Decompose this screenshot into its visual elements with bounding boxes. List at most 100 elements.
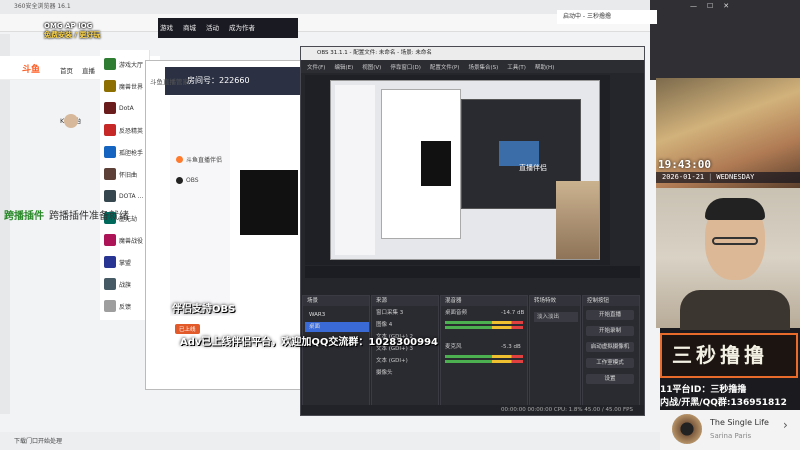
plugin-ready-text: 跨播插件准备就绪 [49,210,129,222]
sidebar-item-label: 怀旧曲 [119,171,138,179]
preview-webcam [556,181,599,259]
obs-title: OBS 31.1.1 - 配置文件: 未命名 - 场景: 未命名 [301,47,644,60]
sidebar-item[interactable]: 魔兽世界 [104,78,148,94]
sidebar-item[interactable]: 掌盟 [104,254,148,270]
sidebar-item-label: 反馈 [119,303,132,311]
plugin-ready-banner: 跨播插件 跨播插件准备就绪 [4,205,154,223]
settings-button[interactable]: 设置 [586,374,634,384]
music-artist: Sarina Paris [710,432,752,440]
sidebar-item[interactable]: 战旗 [104,276,148,292]
helper-preview [240,170,298,235]
sidebar-item-label: 反恐精英 [119,127,144,135]
scenes-dock: 场景 WAR3 桌面 [302,295,370,413]
helper-item-obs[interactable]: OBS [176,177,199,184]
menu-help[interactable]: 帮助(H) [535,63,554,71]
streamer-name: 三秒撸撸 [672,343,768,367]
helper-item-companion[interactable]: 斗鱼直播伴侣 [176,155,222,164]
menu-scene-collection[interactable]: 场景集合(S) [468,63,498,71]
overlay-clock: 19:43:00 [658,158,711,171]
tab-game[interactable]: 游戏 [160,22,173,32]
helper-item-label: 斗鱼直播伴侣 [186,157,223,164]
webcam-window [650,0,800,80]
sidebar-item[interactable]: 魔兽战役 [104,232,148,248]
overlay-obs-support: 伴侣支持OBS [172,304,236,315]
obs-source-toolbar [305,266,640,278]
overlay-promo: OMG AP IOG 免费安装 / 更好玩 [44,22,100,40]
preview-sidebar [335,85,375,255]
sidebar-item[interactable]: 反馈 [104,298,148,314]
mixer-dock: 混音器 桌面音频 -14.7 dB 麦克风 -5.3 dB [440,295,528,413]
minimize-icon[interactable]: — [690,2,697,10]
sidebar-item-label: 游戏大厅 [119,61,144,69]
controls-dock-title: 控制按钮 [583,296,639,306]
studio-mode-button[interactable]: 工作室模式 [586,358,634,368]
transition-select[interactable]: 淡入淡出 [534,312,578,322]
source-item[interactable]: 文本 (GDI+) [376,356,408,366]
sidebar-item[interactable]: DotA [104,100,148,116]
obs-menubar: 文件(F) 编辑(E) 视图(V) 停靠窗口(D) 配置文件(P) 场景集合(S… [301,60,644,73]
game-icon [104,146,116,158]
browser-status: 下载门口开始处理 [0,432,660,450]
nav-home[interactable]: 首页 [60,65,73,75]
window-controls: — ☐ ✕ [690,2,729,10]
mixer-channel-desktop: 桌面音频 [445,310,468,316]
menu-edit[interactable]: 编辑(E) [334,63,353,71]
source-item[interactable]: 摄像头 [376,368,393,378]
game-icon [104,234,116,246]
tab-activity[interactable]: 活动 [206,22,219,32]
helper-item-label: OBS [186,177,199,184]
overlay-date: 2026-01-21 | WEDNESDAY [656,172,800,183]
sources-dock: 来源 窗口采集 3 图像 4 文本 (GDI+) 2 文本 (GDI+) 3 文… [371,295,439,413]
streamer-glasses [712,237,758,245]
sidebar-item-label: DotA [119,104,134,112]
sidebar-item[interactable]: 孤胆枪手 [104,144,148,160]
menu-tools[interactable]: 工具(T) [507,63,526,71]
platform-id: 11平台ID：三秒撸撸 [660,385,747,395]
virtual-camera-button[interactable]: 启动虚拟摄像机 [586,342,634,352]
webcam-window-title: 启动中 - 三秒撸撸 [557,10,657,24]
weekday-text: WEDNESDAY [716,173,755,181]
overlay-promo-line1: OMG AP IOG [44,22,93,30]
preview-capture: 直播伴侣 [330,80,600,260]
sources-dock-title: 来源 [372,296,438,306]
menu-profile[interactable]: 配置文件(P) [430,63,460,71]
next-track-icon[interactable]: › [783,418,788,432]
game-icon [104,80,116,92]
plugin-label: 跨播插件 [4,210,44,222]
sidebar-item[interactable]: 游戏大厅 [104,56,148,72]
close-icon[interactable]: ✕ [723,2,729,10]
sidebar-item-label: 孤胆枪手 [119,149,144,157]
audio-meter [445,360,523,363]
mixer-channel-mic: 麦克风 [445,344,462,350]
game-icon [104,102,116,114]
start-streaming-button[interactable]: 开始直播 [586,310,634,320]
music-title: The Single Life [710,418,769,427]
maximize-icon[interactable]: ☐ [707,2,713,10]
scene-item-desktop[interactable]: 桌面 [305,322,369,332]
room-number: 222660 [219,76,250,85]
sidebar-item[interactable]: 反恐精英 [104,122,148,138]
nav-live[interactable]: 直播 [82,65,95,75]
scene-item-war3[interactable]: WAR3 [305,310,369,320]
streamer-hair [705,198,765,220]
sidebar-item[interactable]: DOTA OMG [104,188,148,204]
menu-file[interactable]: 文件(F) [307,63,325,71]
source-item[interactable]: 图像 4 [376,320,392,330]
audio-meter [445,321,523,324]
menu-view[interactable]: 视图(V) [362,63,381,71]
game-icon [104,190,116,202]
douyu-logo[interactable]: 斗鱼 [22,62,40,75]
mixer-dock-title: 混音器 [441,296,527,306]
audio-meter [445,355,523,358]
avatar [64,114,78,128]
game-icon [104,58,116,70]
game-icon [104,124,116,136]
tab-author[interactable]: 成为作者 [229,22,255,32]
overlay-promo-line2: 免费安装 / 更好玩 [44,31,101,39]
tab-shop[interactable]: 商城 [183,22,196,32]
menu-docks[interactable]: 停靠窗口(D) [390,63,421,71]
source-item[interactable]: 窗口采集 3 [376,308,403,318]
sidebar-item-label: 魔兽世界 [119,83,144,91]
sidebar-item[interactable]: 怀旧曲 [104,166,148,182]
start-recording-button[interactable]: 开始录制 [586,326,634,336]
